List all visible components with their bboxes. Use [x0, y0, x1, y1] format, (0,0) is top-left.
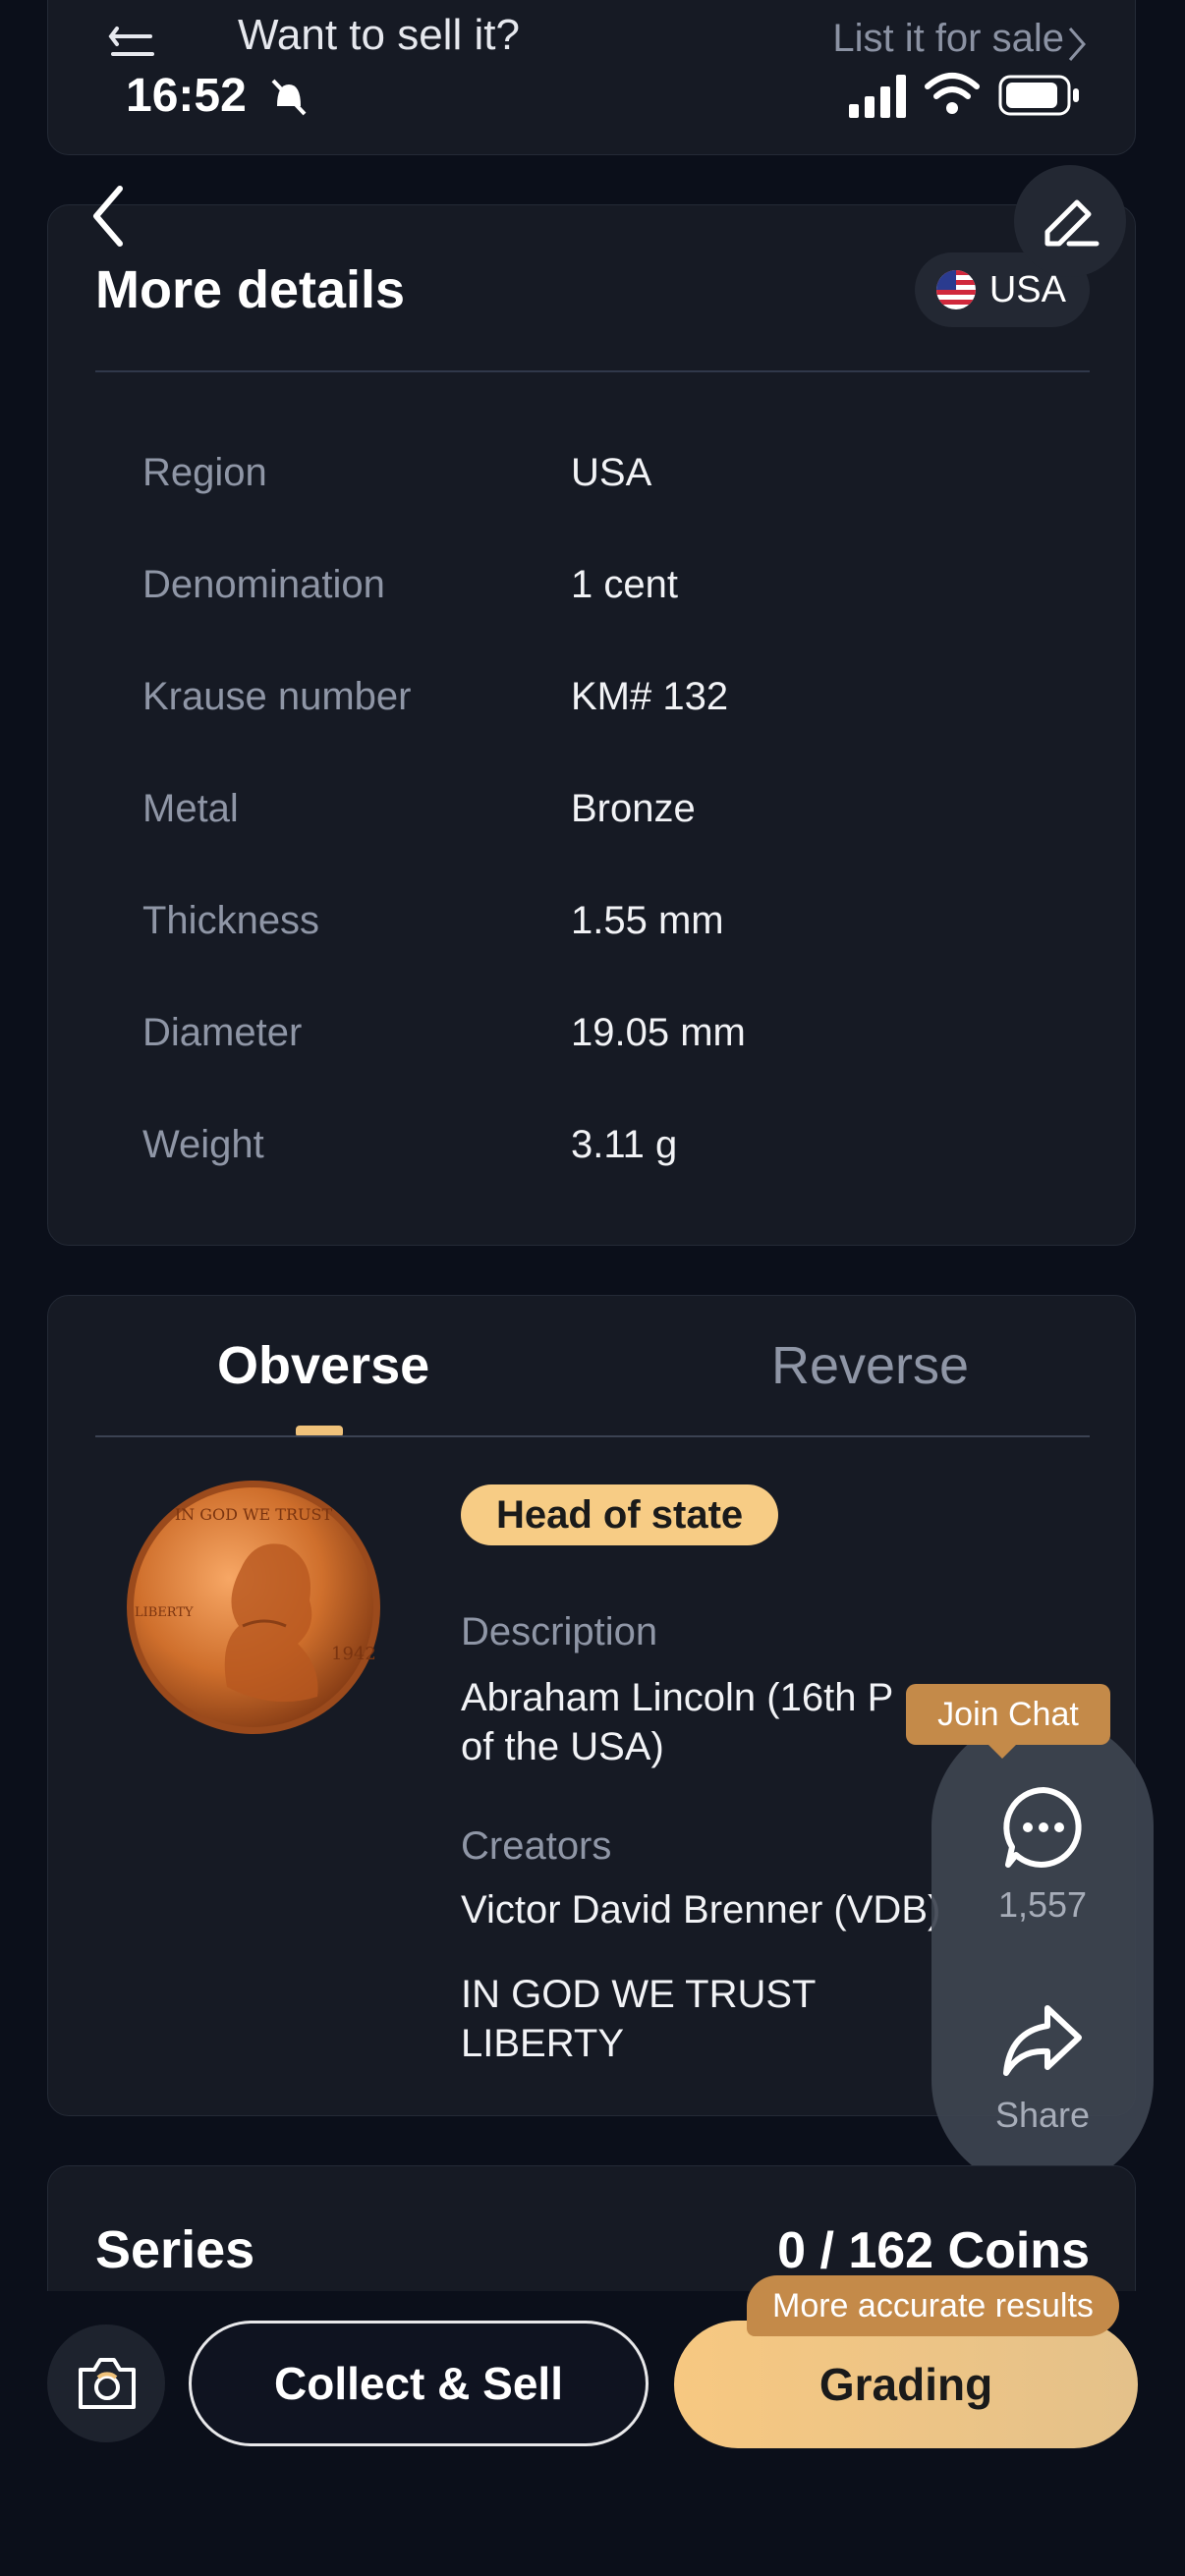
grading-button[interactable]: Grading — [674, 2321, 1138, 2448]
join-chat-tooltip[interactable]: Join Chat — [906, 1684, 1110, 1759]
list-for-sale-link[interactable]: List it for sale — [832, 17, 1064, 61]
divider — [95, 1435, 1090, 1437]
signal-icon — [849, 75, 906, 118]
coin-inscription-left: LIBERTY — [135, 1605, 194, 1620]
row-label-metal: Metal — [142, 787, 239, 830]
more-accurate-results-tag: More accurate results — [747, 2275, 1119, 2336]
coin-year: 1942 — [331, 1644, 376, 1664]
status-time: 16:52 — [126, 70, 247, 122]
row-label-weight: Weight — [142, 1123, 264, 1166]
inscription-line-1: IN GOD WE TRUST — [461, 1973, 817, 2016]
description-label: Description — [461, 1610, 658, 1653]
sell-banner-text: Want to sell it? — [238, 11, 520, 59]
coin-obverse-image[interactable]: IN GOD WE TRUST LIBERTY 1942 — [125, 1479, 382, 1736]
bell-muted-icon — [271, 79, 307, 116]
us-flag-icon — [935, 270, 976, 309]
chat-bubble-icon[interactable] — [1000, 1784, 1087, 1871]
description-line-1: Abraham Lincoln (16th P — [461, 1676, 894, 1719]
row-value-diameter: 19.05 mm — [571, 1011, 746, 1054]
swap-icon — [108, 27, 154, 56]
row-label-region: Region — [142, 451, 267, 494]
camera-icon — [79, 2358, 136, 2409]
creators-value: Victor David Brenner (VDB) — [461, 1888, 941, 1932]
row-label-thickness: Thickness — [142, 899, 320, 942]
share-label[interactable]: Share — [931, 2095, 1154, 2136]
wifi-icon — [925, 73, 980, 114]
chat-member-count: 1,557 — [997, 1884, 1088, 1925]
coin-inscription-top: IN GOD WE TRUST — [175, 1505, 333, 1524]
battery-icon — [998, 75, 1079, 116]
share-arrow-icon[interactable] — [1000, 1998, 1085, 2083]
description-line-2: of the USA) — [461, 1725, 664, 1768]
row-value-weight: 3.11 g — [571, 1123, 678, 1166]
row-label-krause: Krause number — [142, 675, 412, 718]
tab-obverse[interactable]: Obverse — [217, 1335, 429, 1396]
chevron-right-icon — [1068, 28, 1086, 61]
row-value-metal: Bronze — [571, 787, 696, 830]
camera-button[interactable] — [47, 2324, 165, 2442]
tab-reverse[interactable]: Reverse — [771, 1335, 969, 1396]
row-label-denomination: Denomination — [142, 563, 385, 606]
creators-label: Creators — [461, 1824, 612, 1868]
row-value-denomination: 1 cent — [571, 563, 678, 606]
back-chevron-icon[interactable] — [81, 177, 159, 255]
details-title: More details — [95, 260, 406, 319]
divider — [95, 370, 1090, 372]
row-value-thickness: 1.55 mm — [571, 899, 724, 942]
details-card: More details USA Region USA Denomination… — [47, 204, 1136, 1246]
series-count: 0 / 162 Coins — [777, 2222, 1090, 2279]
head-of-state-badge: Head of state — [461, 1484, 779, 1545]
edit-button[interactable] — [1014, 165, 1126, 277]
row-label-diameter: Diameter — [142, 1011, 303, 1054]
row-value-krause: KM# 132 — [571, 675, 729, 718]
series-title: Series — [95, 2220, 255, 2279]
pencil-icon — [1044, 199, 1100, 247]
collect-and-sell-button[interactable]: Collect & Sell — [189, 2321, 649, 2446]
inscription-line-2: LIBERTY — [461, 2022, 624, 2065]
row-value-region: USA — [571, 451, 652, 494]
